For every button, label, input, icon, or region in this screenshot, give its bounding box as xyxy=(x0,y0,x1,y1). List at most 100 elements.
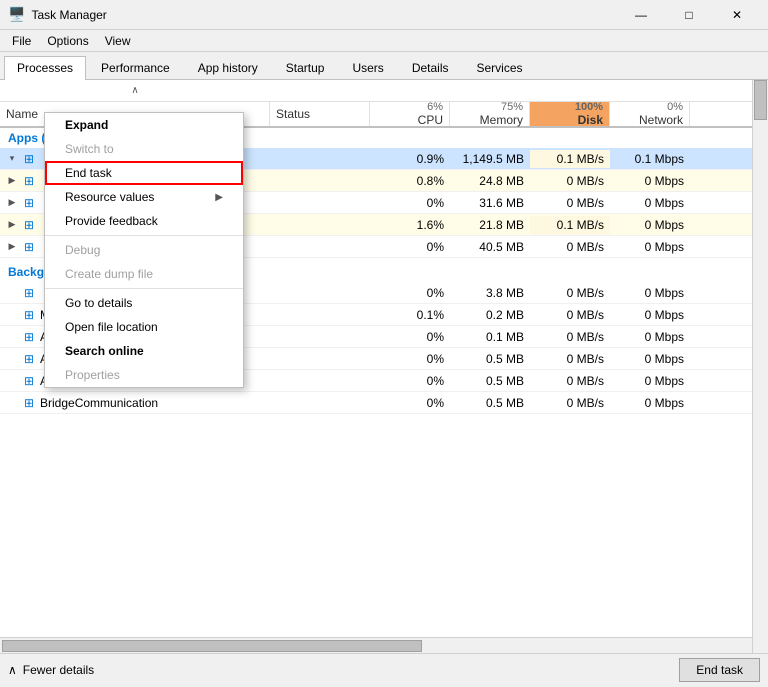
disk-cell: 0 MB/s xyxy=(530,306,610,324)
maximize-button[interactable]: □ xyxy=(666,0,712,30)
status-cell xyxy=(270,223,370,227)
cpu-cell: 0% xyxy=(370,394,450,412)
header-cpu[interactable]: 6% CPU xyxy=(370,102,450,126)
ctx-search-online[interactable]: Search online xyxy=(45,339,243,363)
process-name: BridgeCommunication xyxy=(40,396,158,410)
status-cell xyxy=(270,357,370,361)
mem-cell: 0.1 MB xyxy=(450,328,530,346)
net-cell: 0 Mbps xyxy=(610,394,690,412)
ctx-switch-to[interactable]: Switch to xyxy=(45,137,243,161)
cpu-cell: 0.1% xyxy=(370,306,450,324)
process-icon: ⊞ xyxy=(22,196,36,210)
end-task-button[interactable]: End task xyxy=(679,658,760,682)
main-content: ∧ Name Status 6% CPU 75% Memory 100% Dis… xyxy=(0,80,768,653)
process-icon: ⊞ xyxy=(22,330,36,344)
vertical-scrollbar[interactable] xyxy=(752,80,768,653)
expand-arrow-icon: ▶ xyxy=(6,175,18,187)
ctx-end-task[interactable]: End task xyxy=(45,161,243,185)
net-cell: 0 Mbps xyxy=(610,372,690,390)
expand-arrow-icon: ▾ xyxy=(6,153,18,165)
cpu-cell: 0% xyxy=(370,238,450,256)
status-cell xyxy=(270,313,370,317)
ctx-create-dump[interactable]: Create dump file xyxy=(45,262,243,286)
ctx-go-to-details[interactable]: Go to details xyxy=(45,291,243,315)
process-icon: ⊞ xyxy=(22,152,36,166)
net-cell: 0.1 Mbps xyxy=(610,150,690,168)
status-cell xyxy=(270,245,370,249)
table-row[interactable]: ▶ ⊞ BridgeCommunication 0% 0.5 MB 0 MB/s… xyxy=(0,392,752,414)
header-disk[interactable]: 100% Disk xyxy=(530,102,610,126)
net-cell: 0 Mbps xyxy=(610,238,690,256)
ctx-provide-feedback[interactable]: Provide feedback xyxy=(45,209,243,233)
window-controls: — □ ✕ xyxy=(618,0,760,30)
net-cell: 0 Mbps xyxy=(610,350,690,368)
sort-arrow: ∧ xyxy=(0,85,270,96)
tab-users[interactable]: Users xyxy=(339,56,396,79)
mem-cell: 40.5 MB xyxy=(450,238,530,256)
status-cell xyxy=(270,179,370,183)
tab-details[interactable]: Details xyxy=(399,56,462,79)
process-name-cell: ▶ ⊞ BridgeCommunication xyxy=(0,394,270,412)
minimize-button[interactable]: — xyxy=(618,0,664,30)
tab-startup[interactable]: Startup xyxy=(273,56,338,79)
ctx-open-file-location[interactable]: Open file location xyxy=(45,315,243,339)
tab-performance[interactable]: Performance xyxy=(88,56,183,79)
mem-cell: 0.5 MB xyxy=(450,394,530,412)
tab-processes[interactable]: Processes xyxy=(4,56,86,80)
fewer-details-button[interactable]: ∧ Fewer details xyxy=(8,663,94,677)
net-cell: 0 Mbps xyxy=(610,194,690,212)
process-icon: ⊞ xyxy=(22,374,36,388)
expand-arrow-icon: ▶ xyxy=(6,197,18,209)
menu-options[interactable]: Options xyxy=(39,32,96,50)
process-icon: ⊞ xyxy=(22,352,36,366)
ctx-debug[interactable]: Debug xyxy=(45,238,243,262)
mem-cell: 31.6 MB xyxy=(450,194,530,212)
cpu-cell: 0% xyxy=(370,372,450,390)
cpu-cell: 0% xyxy=(370,194,450,212)
submenu-arrow-icon: ▶ xyxy=(215,192,223,203)
tab-app-history[interactable]: App history xyxy=(185,56,271,79)
ctx-resource-values[interactable]: Resource values ▶ xyxy=(45,185,243,209)
close-button[interactable]: ✕ xyxy=(714,0,760,30)
menu-view[interactable]: View xyxy=(97,32,139,50)
scrollbar-thumb[interactable] xyxy=(754,80,767,120)
cpu-cell: 0.9% xyxy=(370,150,450,168)
process-icon: ⊞ xyxy=(22,396,36,410)
header-network[interactable]: 0% Network xyxy=(610,102,690,126)
expand-arrow-icon: ▶ xyxy=(6,241,18,253)
tab-bar: Processes Performance App history Startu… xyxy=(0,52,768,80)
status-cell xyxy=(270,335,370,339)
app-icon: 🖥️ xyxy=(8,6,25,23)
disk-cell: 0.1 MB/s xyxy=(530,216,610,234)
status-cell xyxy=(270,201,370,205)
disk-cell: 0 MB/s xyxy=(530,238,610,256)
process-icon: ⊞ xyxy=(22,174,36,188)
net-cell: 0 Mbps xyxy=(610,306,690,324)
cpu-cell: 1.6% xyxy=(370,216,450,234)
header-status[interactable]: Status xyxy=(270,102,370,126)
menu-file[interactable]: File xyxy=(4,32,39,50)
net-cell: 0 Mbps xyxy=(610,216,690,234)
mem-cell: 21.8 MB xyxy=(450,216,530,234)
status-cell xyxy=(270,401,370,405)
status-bar: ∧ Fewer details End task xyxy=(0,653,768,685)
net-cell: 0 Mbps xyxy=(610,328,690,346)
cpu-cell: 0% xyxy=(370,328,450,346)
disk-cell: 0 MB/s xyxy=(530,350,610,368)
disk-cell: 0 MB/s xyxy=(530,328,610,346)
disk-cell: 0 MB/s xyxy=(530,284,610,302)
mem-cell: 3.8 MB xyxy=(450,284,530,302)
process-icon: ⊞ xyxy=(22,218,36,232)
process-icon: ⊞ xyxy=(22,308,36,322)
horizontal-scrollbar-thumb[interactable] xyxy=(2,640,422,652)
header-memory[interactable]: 75% Memory xyxy=(450,102,530,126)
status-cell xyxy=(270,157,370,161)
mem-cell: 0.2 MB xyxy=(450,306,530,324)
cpu-cell: 0.8% xyxy=(370,172,450,190)
ctx-properties[interactable]: Properties xyxy=(45,363,243,387)
horizontal-scrollbar[interactable] xyxy=(0,637,768,653)
context-menu-separator xyxy=(45,235,243,236)
tab-services[interactable]: Services xyxy=(464,56,536,79)
disk-cell: 0 MB/s xyxy=(530,394,610,412)
ctx-expand[interactable]: Expand xyxy=(45,113,243,137)
